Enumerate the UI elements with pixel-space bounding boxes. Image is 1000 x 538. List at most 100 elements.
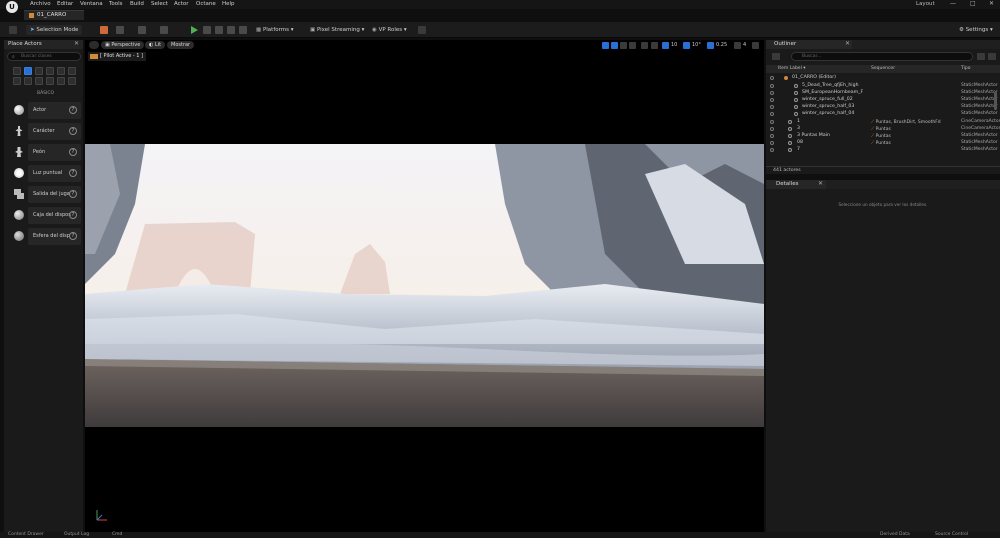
outliner-row[interactable]: 5_Dead_Tree_qfjEh_high StaticMeshActor <box>766 83 998 90</box>
help-icon[interactable]: ? <box>69 232 77 240</box>
place-actor-item[interactable]: Actor? <box>11 102 81 119</box>
outliner-scrollbar[interactable] <box>994 92 997 110</box>
help-icon[interactable]: ? <box>69 106 77 114</box>
close-details-icon[interactable]: ✕ <box>818 180 823 187</box>
outliner-settings-icon[interactable] <box>988 53 996 60</box>
content-drawer-button[interactable]: Content Drawer <box>8 532 44 537</box>
vp-roles-button[interactable]: ◉ VP Roles ▾ <box>368 25 411 35</box>
menu-edit[interactable]: Editar <box>57 1 73 7</box>
visibility-icon[interactable] <box>770 105 774 109</box>
minimize-icon[interactable]: — <box>950 0 956 7</box>
visual-effects-category-icon[interactable] <box>57 67 65 75</box>
place-player-start-item[interactable]: Salida del juga? <box>11 186 81 203</box>
place-point-light-item[interactable]: Luz puntual? <box>11 165 81 182</box>
outliner-row[interactable]: 3 Puntas Main ⟋ Puntas StaticMeshActor <box>766 133 998 140</box>
grid-snap-icon[interactable] <box>662 42 669 49</box>
cinematics-icon[interactable] <box>160 26 168 34</box>
close-window-icon[interactable]: ✕ <box>989 0 994 7</box>
menu-octane[interactable]: Octane <box>196 1 216 7</box>
add-filter-icon[interactable] <box>977 53 985 60</box>
octane-category-icon[interactable] <box>35 77 43 85</box>
stop-icon[interactable] <box>215 26 223 34</box>
scale-snap-icon[interactable] <box>707 42 714 49</box>
visibility-icon[interactable] <box>770 84 774 88</box>
sequence-icon[interactable] <box>138 26 146 34</box>
grid-snap-value[interactable]: 10 <box>671 42 677 48</box>
surface-snap-icon[interactable] <box>651 42 658 49</box>
content-icon[interactable] <box>100 26 108 34</box>
scale-snap-value[interactable]: 0.25 <box>716 42 727 48</box>
outliner-row[interactable]: 3 ⟋ Puntas CineCameraActor <box>766 126 1000 133</box>
maximize-viewport-icon[interactable] <box>752 42 759 49</box>
show-button[interactable]: Mostrar <box>167 41 195 49</box>
plugins-category-icon[interactable] <box>57 77 65 85</box>
help-icon[interactable]: ? <box>69 127 77 135</box>
more-category-icon[interactable] <box>68 77 76 85</box>
cinematic-category-icon[interactable] <box>13 77 21 85</box>
column-sequencer[interactable]: Sequencer <box>871 66 895 71</box>
outliner-row[interactable]: 7 StaticMeshActor <box>766 147 998 154</box>
translate-icon[interactable] <box>611 42 618 49</box>
select-icon[interactable] <box>602 42 609 49</box>
outliner-row[interactable]: 01_CARRO (Editor) <box>766 75 995 82</box>
recent-category-icon[interactable] <box>13 67 21 75</box>
play-icon[interactable] <box>191 26 198 34</box>
help-icon[interactable]: ? <box>69 148 77 156</box>
visibility-icon[interactable] <box>770 112 774 116</box>
vp-extra-icon[interactable] <box>418 26 426 34</box>
viewport-menu-icon[interactable] <box>89 41 99 49</box>
visibility-icon[interactable] <box>770 141 774 145</box>
menu-actor[interactable]: Actor <box>174 1 188 7</box>
maximize-icon[interactable]: □ <box>970 0 976 7</box>
all-classes-category-icon[interactable] <box>24 77 32 85</box>
play-options-icon[interactable] <box>239 26 247 34</box>
basic-category-icon[interactable] <box>24 67 32 75</box>
lights-category-icon[interactable] <box>35 67 43 75</box>
cmd-button[interactable]: Cmd <box>112 532 122 537</box>
help-icon[interactable]: ? <box>69 169 77 177</box>
pixel-streaming-button[interactable]: ▣ Pixel Streaming ▾ <box>306 25 368 35</box>
outliner-row[interactable]: 08 ⟋ Puntas StaticMeshActor <box>766 140 998 147</box>
output-log-button[interactable]: Output Log <box>64 532 89 537</box>
rotate-icon[interactable] <box>620 42 627 49</box>
camera-speed-icon[interactable] <box>734 42 741 49</box>
outliner-row[interactable]: SM_EuropeanHornbeam_F StaticMeshActor <box>766 90 998 97</box>
outliner-row[interactable]: winter_spruce_half_04 StaticMeshActor <box>766 111 998 118</box>
level-tab[interactable]: 01_CARRO <box>24 10 84 20</box>
rotation-snap-value[interactable]: 10° <box>692 42 701 48</box>
outliner-row[interactable]: winter_spruce_half_03 StaticMeshActor <box>766 104 998 111</box>
menu-build[interactable]: Build <box>130 1 144 7</box>
source-control-button[interactable]: Source Control <box>935 532 968 537</box>
menu-tools[interactable]: Tools <box>109 1 123 7</box>
visibility-icon[interactable] <box>770 76 774 80</box>
level-viewport[interactable]: ▣ Perspective ◐ Lit Mostrar 10 10° 0.25 … <box>85 40 764 532</box>
visibility-icon[interactable] <box>770 127 774 131</box>
menu-help[interactable]: Help <box>222 1 235 7</box>
platforms-button[interactable]: ▦ Platforms ▾ <box>252 25 298 35</box>
filter-icon[interactable] <box>772 53 780 60</box>
settings-button[interactable]: ⚙ Settings ▾ <box>955 25 997 35</box>
place-pawn-item[interactable]: Peón? <box>11 144 81 161</box>
world-local-icon[interactable] <box>641 42 648 49</box>
place-trigger-box-item[interactable]: Caja del dispos? <box>11 207 81 224</box>
visibility-icon[interactable] <box>770 120 774 124</box>
visibility-icon[interactable] <box>770 148 774 152</box>
place-actors-search-input[interactable]: ⌕ Buscar clases <box>7 52 81 61</box>
camera-speed-value[interactable]: 4 <box>743 42 746 48</box>
place-trigger-sphere-item[interactable]: Esfera del disp? <box>11 228 81 245</box>
pilot-active-label[interactable]: [ Pilot Active - 1 ] <box>88 52 147 61</box>
layout-label[interactable]: Layout <box>916 1 935 7</box>
save-icon[interactable] <box>9 26 17 34</box>
outliner-row[interactable]: winter_spruce_full_02 StaticMeshActor <box>766 97 998 104</box>
outliner-row[interactable]: 1 ⟋ Puntas, BrushDirt, SmoothFd CineCame… <box>766 119 1000 126</box>
rotation-snap-icon[interactable] <box>683 42 690 49</box>
visibility-icon[interactable] <box>770 98 774 102</box>
outliner-tab[interactable]: Outliner ✕ <box>766 40 852 49</box>
visibility-icon[interactable] <box>770 91 774 95</box>
help-icon[interactable]: ? <box>69 190 77 198</box>
geometry-category-icon[interactable] <box>46 77 54 85</box>
close-outliner-icon[interactable]: ✕ <box>845 40 850 47</box>
menu-select[interactable]: Select <box>151 1 168 7</box>
details-tab[interactable]: Detalles ✕ <box>766 180 826 189</box>
volumes-category-icon[interactable] <box>68 67 76 75</box>
